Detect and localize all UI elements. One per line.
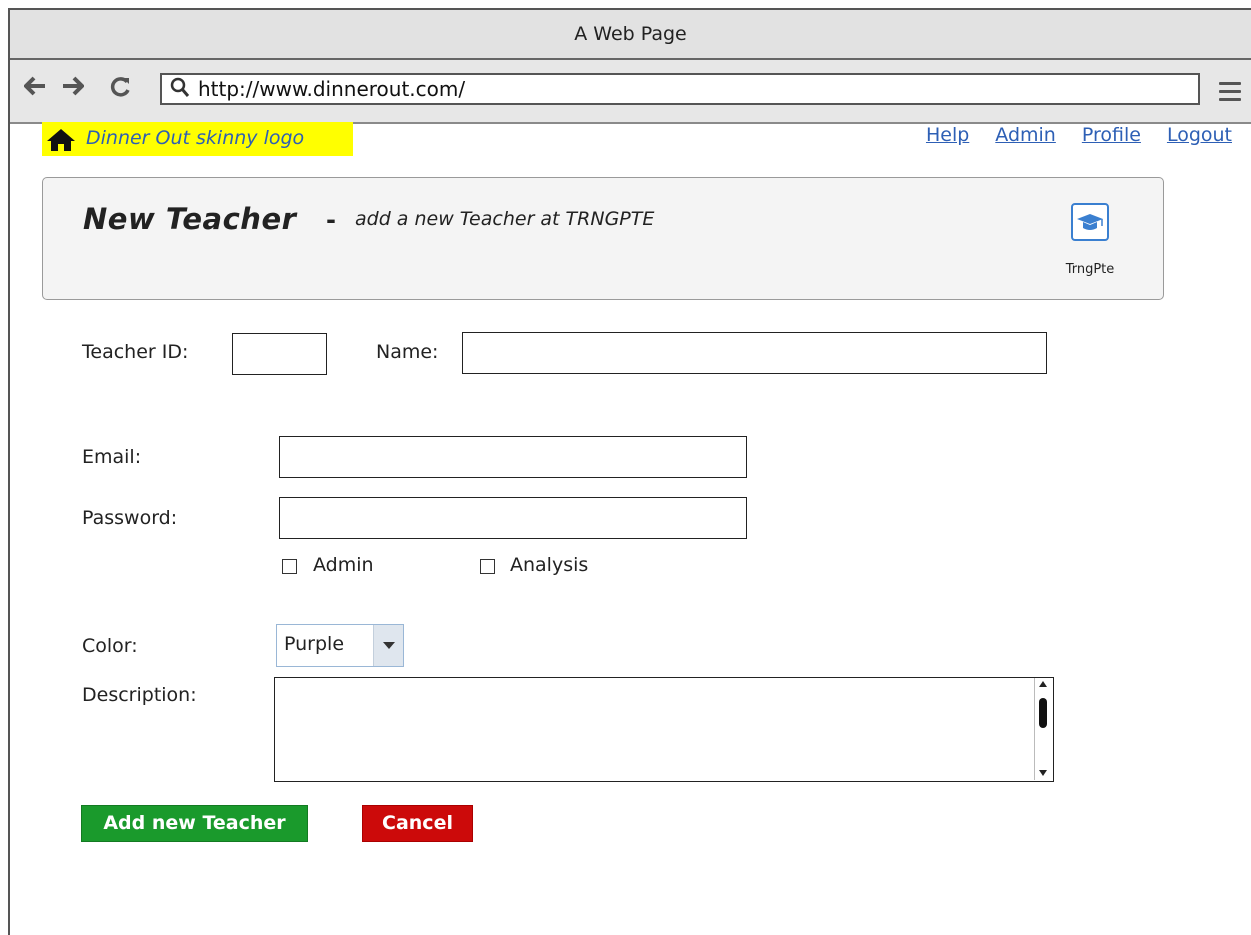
arrow-right-icon[interactable] (62, 76, 85, 104)
email-input[interactable] (279, 436, 747, 478)
url-text: http://www.dinnerout.com/ (198, 77, 466, 101)
graduation-cap-icon[interactable] (1071, 203, 1109, 241)
chevron-down-icon[interactable] (373, 625, 403, 666)
textarea-scrollbar[interactable] (1034, 678, 1053, 780)
window-title: A Web Page (10, 10, 1251, 60)
name-label: Name: (376, 341, 439, 363)
search-icon (170, 77, 190, 103)
browser-toolbar: http://www.dinnerout.com/ (10, 60, 1251, 124)
top-nav: Help Admin Profile Logout (926, 124, 1232, 146)
scroll-thumb[interactable] (1039, 698, 1047, 728)
scroll-down-icon[interactable] (1039, 770, 1047, 776)
teacher-id-label: Teacher ID: (82, 341, 189, 363)
analysis-checkbox[interactable] (480, 559, 495, 574)
page-header-banner: New Teacher - add a new Teacher at TRNGP… (42, 177, 1164, 300)
add-teacher-button[interactable]: Add new Teacher (81, 805, 308, 842)
page-title: New Teacher (83, 202, 297, 236)
description-label: Description: (82, 684, 197, 706)
admin-checkbox-label: Admin (313, 554, 374, 576)
cancel-button[interactable]: Cancel (362, 805, 473, 842)
analysis-checkbox-label: Analysis (510, 554, 589, 576)
name-input[interactable] (462, 332, 1047, 374)
admin-checkbox[interactable] (282, 559, 297, 574)
password-label: Password: (82, 507, 178, 529)
reload-icon[interactable] (110, 76, 132, 106)
teacher-id-input[interactable] (232, 333, 327, 375)
address-bar[interactable]: http://www.dinnerout.com/ (160, 73, 1200, 105)
hamburger-menu-icon[interactable] (1219, 82, 1241, 106)
scroll-up-icon[interactable] (1039, 681, 1047, 687)
site-logo[interactable]: Dinner Out skinny logo (42, 122, 353, 156)
color-label: Color: (82, 635, 138, 657)
description-textarea[interactable] (274, 677, 1054, 782)
logo-text: Dinner Out skinny logo (86, 127, 305, 149)
password-input[interactable] (279, 497, 747, 539)
nav-link-help[interactable]: Help (926, 124, 969, 146)
nav-link-profile[interactable]: Profile (1082, 124, 1141, 146)
arrow-left-icon[interactable] (23, 76, 46, 104)
home-icon (46, 128, 76, 156)
color-select-value: Purple (284, 633, 345, 655)
title-separator: - (326, 206, 336, 234)
nav-link-logout[interactable]: Logout (1167, 124, 1232, 146)
nav-link-admin[interactable]: Admin (995, 124, 1056, 146)
badge-label: TrngPte (1065, 262, 1115, 277)
page-subtitle: add a new Teacher at TRNGPTE (355, 208, 655, 230)
email-label: Email: (82, 446, 142, 468)
color-select[interactable]: Purple (276, 624, 404, 667)
